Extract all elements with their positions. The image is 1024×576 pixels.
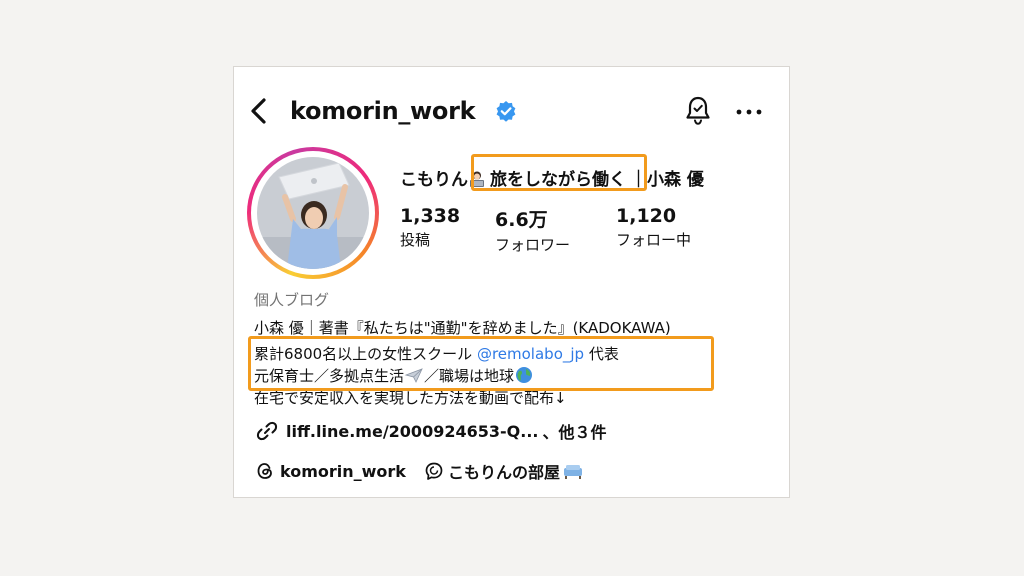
external-link-url[interactable]: liff.line.me/2000924653-Q... <box>286 422 538 441</box>
link-icon <box>256 421 278 441</box>
following-count[interactable]: 1,120 <box>616 205 691 227</box>
back-arrow-icon[interactable] <box>248 97 270 125</box>
couch-emoji-icon <box>563 465 582 479</box>
more-options-icon[interactable] <box>736 109 762 115</box>
following-stat[interactable]: 1,120 フォロー中 <box>616 205 691 250</box>
threads-icon <box>257 463 272 479</box>
highlight-box-bio <box>248 336 714 391</box>
posts-stat: 1,338 投稿 <box>400 205 460 250</box>
followers-label[interactable]: フォロワー <box>495 234 570 255</box>
notification-bell-icon[interactable] <box>684 95 712 127</box>
threads-row: komorin_work こもりんの部屋 <box>256 459 584 483</box>
highlight-box-name <box>471 154 647 191</box>
followers-stat[interactable]: 6.6万 フォロワー <box>495 205 570 255</box>
story-ring[interactable] <box>247 147 379 279</box>
more-links[interactable]: 、他３件 <box>542 419 606 443</box>
posts-label: 投稿 <box>400 231 431 249</box>
chat-icon <box>425 462 443 480</box>
external-links[interactable]: liff.line.me/2000924653-Q... 、他３件 <box>256 419 606 443</box>
threads-username[interactable]: komorin_work <box>280 462 406 481</box>
profile-card: komorin_work こもりん 旅をしながら働く ｜小森 優 1,338 投… <box>233 66 790 498</box>
channel-name[interactable]: こもりんの部屋 <box>448 459 560 483</box>
followers-count[interactable]: 6.6万 <box>495 205 570 232</box>
profile-category: 個人ブログ <box>254 291 330 309</box>
profile-username: komorin_work <box>290 97 476 125</box>
posts-count: 1,338 <box>400 205 461 227</box>
bio-line-1: 小森 優｜著書『私たちは"通勤"を辞めました』(KADOKAWA) <box>254 319 671 337</box>
display-name-part-1: こもりん <box>400 170 468 190</box>
avatar-photo <box>257 157 369 269</box>
verified-badge-icon <box>496 101 516 122</box>
following-label[interactable]: フォロー中 <box>616 229 691 250</box>
avatar[interactable] <box>257 157 369 269</box>
